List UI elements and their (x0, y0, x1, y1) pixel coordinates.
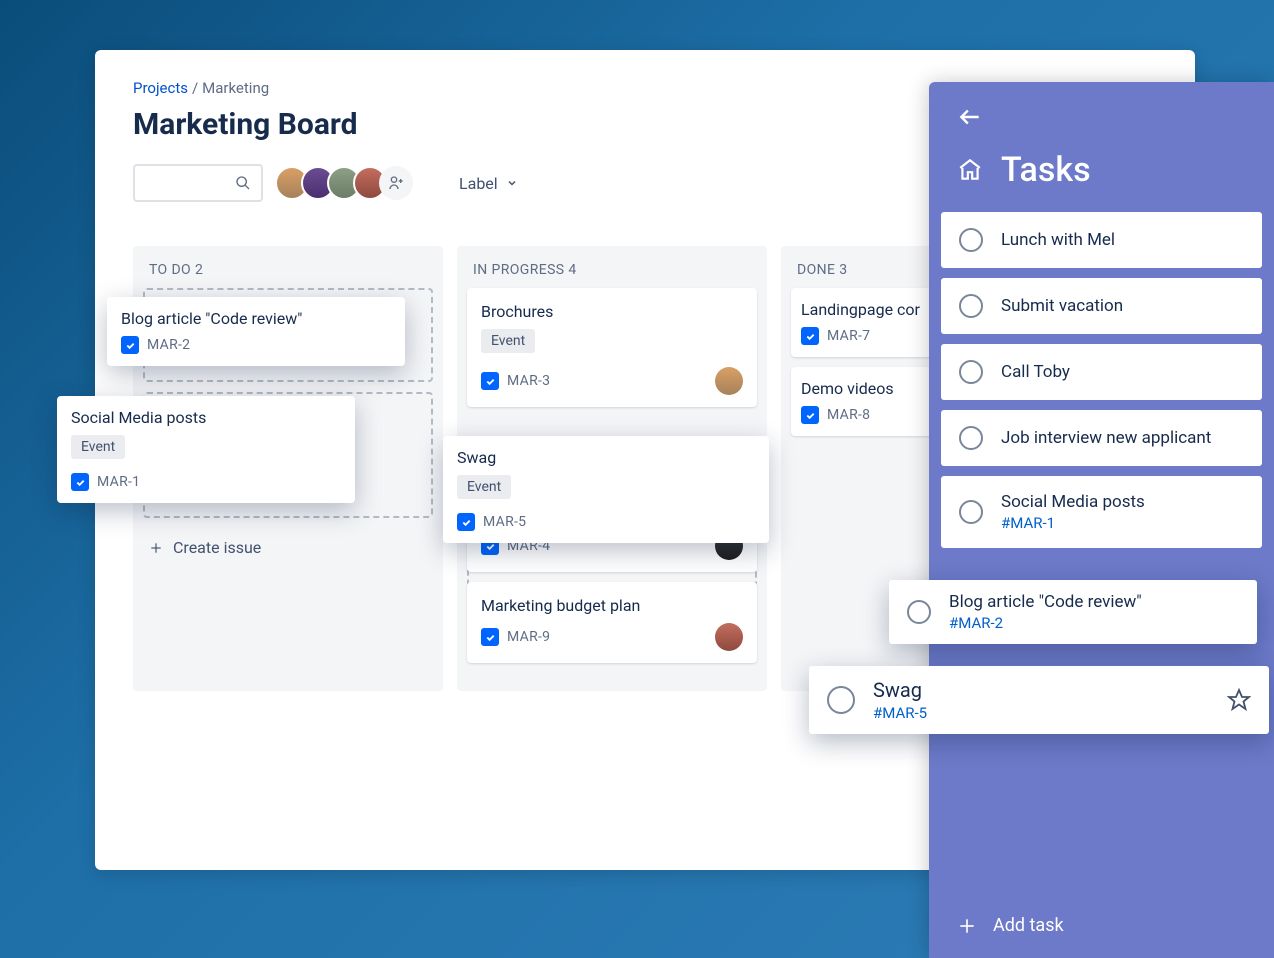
issue-type-icon (71, 473, 89, 491)
dragged-card[interactable]: Blog article "Code review" MAR-2 (107, 297, 405, 366)
task-checkbox[interactable] (959, 360, 983, 384)
task-list: Lunch with Mel Submit vacation Call Toby… (929, 200, 1274, 893)
task-checkbox[interactable] (959, 500, 983, 524)
card-title: Demo videos (801, 379, 941, 398)
task-item-hover[interactable]: Swag #MAR-5 (809, 666, 1269, 734)
task-title: Call Toby (1001, 362, 1070, 382)
back-button[interactable] (957, 104, 1246, 130)
issue-type-icon (457, 513, 475, 531)
issue-card[interactable]: Landingpage cor MAR-7 (791, 288, 951, 357)
issue-type-icon (801, 327, 819, 345)
avatar-group (275, 166, 413, 200)
task-ref: #MAR-5 (873, 704, 927, 722)
issue-card[interactable]: Marketing budget plan MAR-9 (467, 582, 757, 663)
issue-type-icon (481, 628, 499, 646)
task-item-hover[interactable]: Blog article "Code review" #MAR-2 (889, 580, 1257, 644)
column-title: TO DO 2 (143, 258, 433, 288)
task-item[interactable]: Call Toby (941, 344, 1262, 400)
search-input[interactable] (133, 164, 263, 202)
task-title: Submit vacation (1001, 296, 1123, 316)
card-tag: Event (71, 435, 125, 459)
home-icon[interactable] (957, 157, 983, 183)
task-title: Lunch with Mel (1001, 230, 1115, 250)
card-tag: Event (481, 329, 535, 353)
issue-card[interactable]: Brochures Event MAR-3 (467, 288, 757, 407)
tasks-header: Tasks (929, 82, 1274, 200)
plus-icon (149, 541, 163, 555)
issue-id: MAR-8 (827, 407, 870, 423)
tasks-title: Tasks (1001, 150, 1091, 190)
task-title: Job interview new applicant (1001, 428, 1211, 448)
breadcrumb-root[interactable]: Projects (133, 79, 188, 97)
column-title: DONE 3 (791, 258, 951, 288)
task-checkbox[interactable] (959, 426, 983, 450)
task-item[interactable]: Social Media posts #MAR-1 (941, 476, 1262, 548)
issue-type-icon (121, 336, 139, 354)
add-task-label: Add task (993, 915, 1064, 936)
assignee-avatar[interactable] (715, 367, 743, 395)
dragged-card[interactable]: Social Media posts Event MAR-1 (57, 396, 355, 503)
column-title: IN PROGRESS 4 (467, 258, 757, 288)
add-member-button[interactable] (379, 166, 413, 200)
label-filter-dropdown[interactable]: Label (459, 174, 518, 193)
task-checkbox[interactable] (827, 686, 855, 714)
breadcrumb-leaf: Marketing (202, 79, 269, 97)
label-filter-text: Label (459, 174, 498, 193)
task-ref: #MAR-1 (1001, 514, 1145, 532)
create-issue-button[interactable]: Create issue (143, 538, 433, 557)
chevron-down-icon (506, 177, 518, 189)
issue-id: MAR-9 (507, 629, 550, 645)
card-title: Swag (457, 448, 755, 467)
issue-card[interactable]: Demo videos MAR-8 (791, 367, 951, 436)
plus-icon (957, 916, 977, 936)
card-title: Blog article "Code review" (121, 309, 391, 328)
card-title: Social Media posts (71, 408, 341, 427)
task-item[interactable]: Submit vacation (941, 278, 1262, 334)
card-title: Landingpage cor (801, 300, 941, 319)
issue-id: MAR-5 (483, 514, 526, 530)
task-ref: #MAR-2 (949, 614, 1142, 632)
task-checkbox[interactable] (907, 600, 931, 624)
task-checkbox[interactable] (959, 294, 983, 318)
issue-id: MAR-3 (507, 373, 550, 389)
tasks-panel: Tasks Lunch with Mel Submit vacation Cal… (929, 82, 1274, 958)
task-item[interactable]: Lunch with Mel (941, 212, 1262, 268)
star-icon[interactable] (1227, 688, 1251, 712)
dragged-card[interactable]: Swag Event MAR-5 (443, 436, 769, 543)
breadcrumb-sep: / (192, 79, 198, 97)
issue-type-icon (801, 406, 819, 424)
task-item[interactable]: Job interview new applicant (941, 410, 1262, 466)
issue-id: MAR-1 (97, 474, 140, 490)
card-tag: Event (457, 475, 511, 499)
task-title: Blog article "Code review" (949, 592, 1142, 612)
task-title: Social Media posts (1001, 492, 1145, 512)
assignee-avatar[interactable] (715, 623, 743, 651)
issue-id: MAR-7 (827, 328, 870, 344)
card-title: Marketing budget plan (481, 596, 743, 615)
add-task-button[interactable]: Add task (929, 893, 1274, 958)
issue-id: MAR-2 (147, 337, 190, 353)
issue-type-icon (481, 372, 499, 390)
search-icon (235, 175, 251, 191)
create-issue-label: Create issue (173, 538, 261, 557)
card-title: Brochures (481, 302, 743, 321)
task-title: Swag (873, 678, 927, 702)
task-checkbox[interactable] (959, 228, 983, 252)
